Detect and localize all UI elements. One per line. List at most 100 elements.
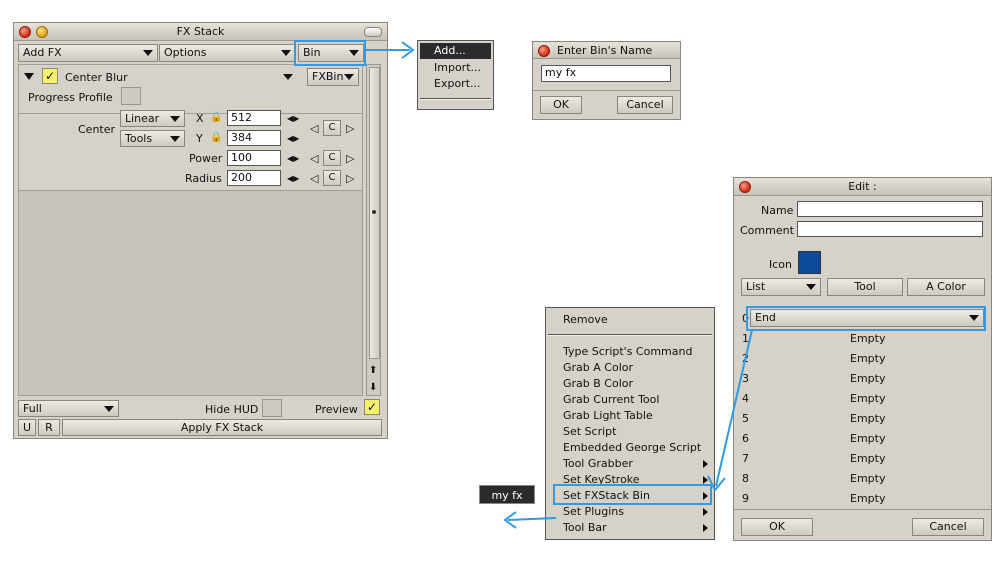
- prev-key-icon[interactable]: ◁: [310, 172, 318, 185]
- slot-value[interactable]: Empty: [850, 372, 885, 385]
- next-key-icon[interactable]: ▷: [346, 122, 354, 135]
- menu-item-embedded-george-script[interactable]: Embedded George Script: [546, 440, 714, 456]
- menu-item-grab-light-table[interactable]: Grab Light Table: [546, 408, 714, 424]
- menu-item-grab-b-color[interactable]: Grab B Color: [546, 376, 714, 392]
- prev-key-icon[interactable]: ◁: [310, 152, 318, 165]
- dialog-titlebar[interactable]: Enter Bin's Name: [533, 42, 680, 59]
- slot-value[interactable]: Empty: [850, 412, 885, 425]
- x-stepper-icon[interactable]: ◀▶: [287, 114, 299, 124]
- options-dropdown[interactable]: Options: [159, 44, 296, 62]
- slot-value[interactable]: Empty: [850, 392, 885, 405]
- bin-menu: Add... Import... Export...: [417, 40, 494, 110]
- bin-highlight: [294, 40, 366, 66]
- r-button[interactable]: R: [38, 419, 60, 436]
- preview-checkbox[interactable]: ✓: [364, 399, 380, 415]
- menu-item-type-script-s-command[interactable]: Type Script's Command: [546, 344, 714, 360]
- tools-dropdown[interactable]: Tools: [120, 130, 185, 147]
- menu-item-tool-bar[interactable]: Tool Bar: [546, 520, 714, 536]
- comment-input[interactable]: [797, 221, 983, 237]
- slot-value[interactable]: Empty: [850, 492, 885, 505]
- radius-stepper-icon[interactable]: ◀▶: [287, 174, 299, 184]
- y-stepper-icon[interactable]: ◀▶: [287, 134, 299, 144]
- fxbin-dropdown[interactable]: FXBin: [307, 68, 359, 86]
- scroll-up-icon[interactable]: ⬆: [369, 366, 377, 376]
- chevron-down-icon: [170, 116, 180, 122]
- hide-hud-checkbox[interactable]: [262, 399, 282, 417]
- lock-icon[interactable]: 🔒: [210, 131, 222, 145]
- center-c-button[interactable]: C: [323, 120, 341, 136]
- effect-enabled-checkbox[interactable]: ✓: [42, 68, 58, 84]
- bin-name-input[interactable]: my fx: [541, 65, 671, 82]
- dialog-title: Enter Bin's Name: [557, 44, 653, 57]
- u-button[interactable]: U: [18, 419, 36, 436]
- progress-profile-label: Progress Profile: [28, 91, 113, 104]
- edit-dialog: Edit : Name Comment Icon List Tool A Col…: [733, 177, 992, 541]
- slot-value[interactable]: Empty: [850, 432, 885, 445]
- expand-triangle-icon[interactable]: [24, 73, 34, 80]
- y-input[interactable]: 384: [227, 130, 281, 146]
- slot-value[interactable]: Empty: [850, 352, 885, 365]
- menu-item-set-plugins[interactable]: Set Plugins: [546, 504, 714, 520]
- edit-titlebar[interactable]: Edit :: [734, 178, 991, 196]
- slot-0-highlight: [746, 306, 986, 331]
- close-icon[interactable]: [538, 45, 550, 57]
- menu-separator: [420, 98, 491, 100]
- scroll-down-icon[interactable]: ⬇: [369, 383, 377, 393]
- slot-value[interactable]: Empty: [850, 472, 885, 485]
- ok-button[interactable]: OK: [540, 96, 582, 114]
- bin-menu-item-add[interactable]: Add...: [420, 43, 491, 59]
- my-fx-bin-button[interactable]: my fx: [479, 485, 535, 504]
- progress-profile-swatch[interactable]: [121, 87, 141, 105]
- tool-button[interactable]: Tool: [827, 278, 903, 296]
- ok-button[interactable]: OK: [741, 518, 813, 536]
- menu-item-grab-a-color[interactable]: Grab A Color: [546, 360, 714, 376]
- slot-value[interactable]: Empty: [850, 332, 885, 345]
- dialog-divider: [734, 509, 991, 510]
- power-input[interactable]: 100: [227, 150, 281, 166]
- scroll-dot-icon: [372, 210, 376, 214]
- fx-stack-window: FX Stack Add FX Options Bin ✓ Center Blu…: [13, 22, 388, 439]
- close-icon[interactable]: [739, 181, 751, 193]
- power-label: Power: [189, 152, 223, 165]
- effect-menu-icon[interactable]: [283, 74, 293, 80]
- fx-stack-titlebar[interactable]: FX Stack: [14, 23, 387, 41]
- menu-item-tool-grabber[interactable]: Tool Grabber: [546, 456, 714, 472]
- cancel-button[interactable]: Cancel: [912, 518, 984, 536]
- vertical-scrollbar[interactable]: ⬆ ⬇: [366, 64, 381, 396]
- list-dropdown[interactable]: List: [741, 278, 821, 296]
- add-fx-dropdown[interactable]: Add FX: [18, 44, 158, 62]
- bin-menu-item-import[interactable]: Import...: [420, 60, 491, 76]
- prev-key-icon[interactable]: ◁: [310, 122, 318, 135]
- icon-color-swatch[interactable]: [798, 251, 821, 274]
- bin-menu-item-export[interactable]: Export...: [420, 76, 491, 92]
- comment-label: Comment: [740, 224, 794, 237]
- full-dropdown[interactable]: Full: [18, 400, 119, 417]
- next-key-icon[interactable]: ▷: [346, 152, 354, 165]
- collapse-icon[interactable]: [364, 27, 382, 37]
- slot-value[interactable]: Empty: [850, 452, 885, 465]
- menu-separator: [548, 334, 712, 336]
- dialog-divider: [533, 90, 680, 91]
- icon-label: Icon: [769, 258, 792, 271]
- menu-item-remove[interactable]: Remove: [546, 312, 714, 328]
- next-key-icon[interactable]: ▷: [346, 172, 354, 185]
- x-input[interactable]: 512: [227, 110, 281, 126]
- lock-icon[interactable]: 🔒: [210, 111, 222, 125]
- name-label: Name: [761, 204, 794, 217]
- minimize-icon[interactable]: [36, 26, 48, 38]
- power-c-button[interactable]: C: [323, 150, 341, 166]
- a-color-button[interactable]: A Color: [907, 278, 985, 296]
- arrow-slot-to-menu: [707, 329, 753, 492]
- apply-fx-stack-button[interactable]: Apply FX Stack: [62, 419, 382, 436]
- radius-c-button[interactable]: C: [323, 170, 341, 186]
- close-icon[interactable]: [19, 26, 31, 38]
- menu-item-set-script[interactable]: Set Script: [546, 424, 714, 440]
- chevron-down-icon: [170, 136, 180, 142]
- cancel-button[interactable]: Cancel: [617, 96, 673, 114]
- name-input[interactable]: [797, 201, 983, 217]
- chevron-down-icon: [143, 50, 153, 56]
- menu-item-grab-current-tool[interactable]: Grab Current Tool: [546, 392, 714, 408]
- radius-input[interactable]: 200: [227, 170, 281, 186]
- power-stepper-icon[interactable]: ◀▶: [287, 154, 299, 164]
- linear-dropdown[interactable]: Linear: [120, 110, 185, 127]
